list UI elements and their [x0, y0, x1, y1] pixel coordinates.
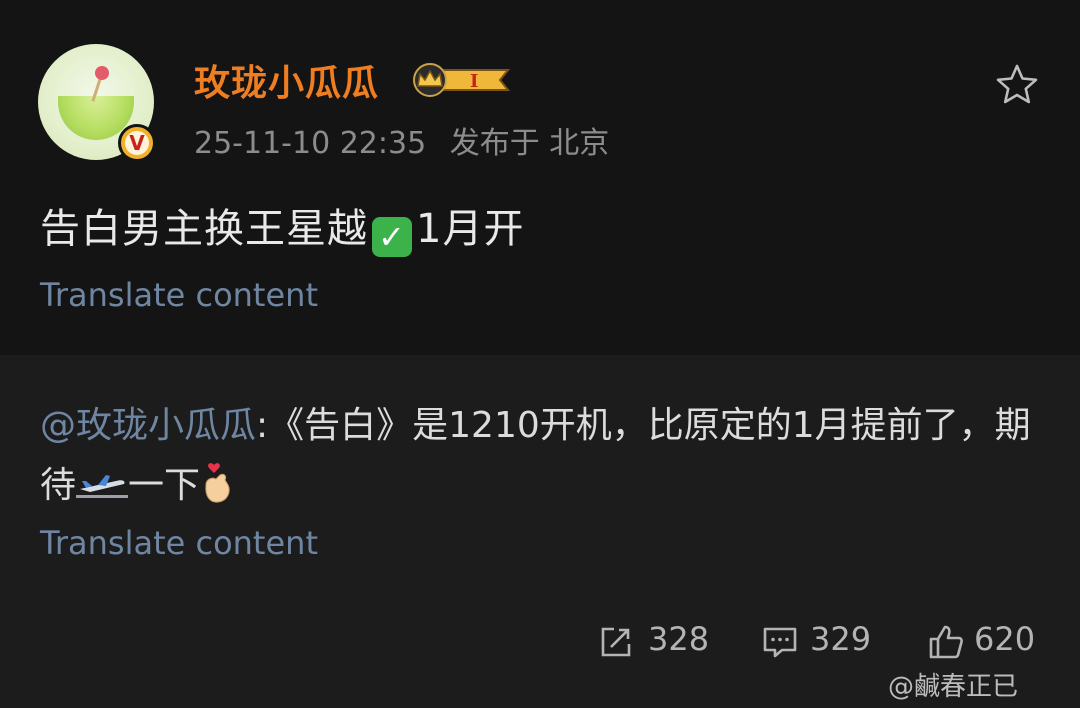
finger-heart-emoji-icon	[200, 461, 234, 505]
translate-content-link-repost[interactable]: Translate content	[40, 524, 318, 562]
original-post: V 玫珑小瓜瓜 I 25-11-10 22:35 发布于 北京 告白男主换王星越…	[0, 0, 1080, 355]
location: 发布于 北京	[449, 126, 610, 161]
post-meta: 25-11-10 22:35 发布于 北京	[194, 118, 609, 162]
like-icon	[929, 625, 963, 659]
star-icon[interactable]	[994, 62, 1040, 108]
repost-icon	[601, 627, 631, 657]
repost-text: @玫珑小瓜瓜:《告白》是1210开机，比原定的1月提前了，期待 一下	[40, 405, 1031, 506]
mention-link[interactable]: @玫珑小瓜瓜	[40, 405, 256, 446]
repost-count: 328	[648, 620, 710, 658]
airplane-emoji-icon	[76, 458, 129, 498]
watermark: @鹹春正已	[888, 672, 1019, 702]
username[interactable]: 玫珑小瓜瓜	[194, 54, 379, 106]
like-count: 620	[974, 620, 1036, 658]
translate-content-link[interactable]: Translate content	[40, 276, 318, 314]
weibo-post-screen: V 玫珑小瓜瓜 I 25-11-10 22:35 发布于 北京 告白男主换王星越…	[0, 0, 1080, 708]
crown-badge-icon[interactable]: I	[408, 62, 512, 98]
comment-count: 329	[810, 620, 872, 658]
timestamp: 25-11-10 22:35	[194, 126, 427, 161]
verified-icon: V	[118, 124, 156, 162]
comment-icon	[763, 627, 797, 658]
post-text: 告白男主换王星越 ✓ 1月开	[40, 206, 525, 257]
svg-text:I: I	[470, 71, 478, 92]
check-mark-icon: ✓	[372, 217, 412, 257]
